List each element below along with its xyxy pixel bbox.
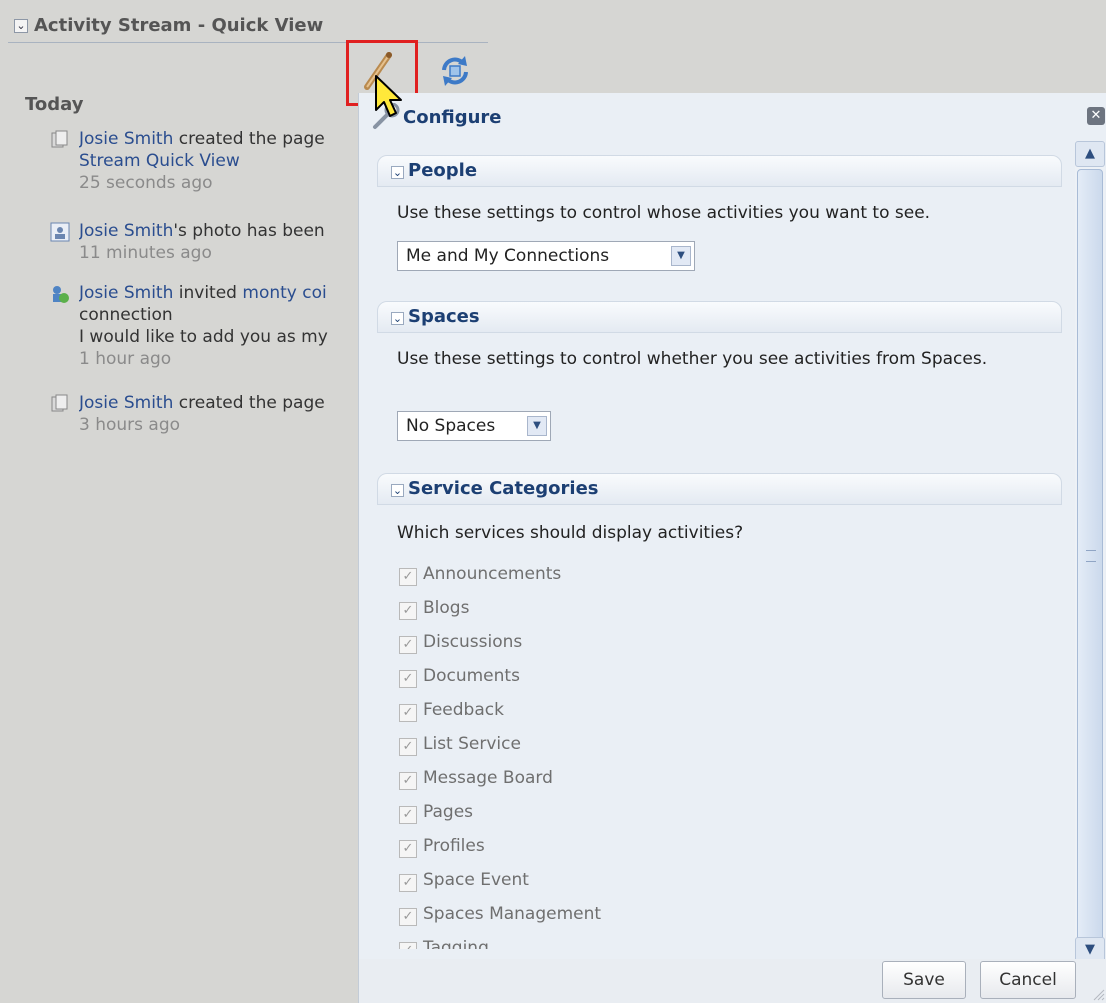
collapse-toggle-icon[interactable]: ⌄ [391, 166, 404, 179]
service-label: Documents [423, 666, 520, 686]
activity-line: 11 minutes ago [79, 242, 360, 264]
dialog-title: Configure [403, 107, 502, 128]
activity-text: created the page [173, 129, 325, 149]
activity-item: Josie Smith invited monty coi connection I… [50, 282, 360, 370]
activity-link[interactable]: Josie Smith [79, 283, 173, 303]
portlet-header: ⌄ Activity Stream - Quick View [8, 12, 488, 43]
mouse-cursor-icon [375, 75, 402, 117]
activity-timestamp: 1 hour ago [79, 349, 172, 369]
service-label: Profiles [423, 836, 485, 856]
checkbox-checked-icon[interactable]: ✓ [399, 738, 417, 756]
checkbox-checked-icon[interactable]: ✓ [399, 840, 417, 858]
activity-line: 3 hours ago [79, 414, 360, 436]
activity-line: Josie Smith created the page [79, 392, 360, 414]
dialog-scrollbar[interactable]: ▲ ▼ [1075, 141, 1105, 963]
activity-link[interactable]: Josie Smith [79, 221, 173, 241]
spaces-select[interactable]: No Spaces ▼ [397, 411, 551, 441]
collapse-toggle-icon[interactable]: ⌄ [391, 484, 404, 497]
collapse-toggle-icon[interactable]: ⌄ [14, 19, 28, 33]
activity-item: Josie Smith created the page 3 hours ago [50, 392, 360, 436]
activity-item: Josie Smith's photo has been 11 minutes a… [50, 220, 360, 264]
collapse-toggle-icon[interactable]: ⌄ [391, 312, 404, 325]
scroll-up-icon[interactable]: ▲ [1075, 141, 1105, 167]
activity-text: connection [79, 305, 173, 325]
people-description: Use these settings to control whose acti… [397, 203, 931, 223]
activity-text: 's photo has been [173, 221, 325, 241]
activity-link[interactable]: Josie Smith [79, 393, 173, 413]
activity-line: connection [79, 304, 360, 326]
chevron-down-icon[interactable]: ▼ [527, 416, 547, 436]
section-header-people[interactable]: ⌄ People [377, 155, 1062, 187]
section-header-spaces[interactable]: ⌄ Spaces [377, 301, 1062, 333]
save-button[interactable]: Save [882, 961, 966, 999]
services-description: Which services should display activities… [397, 523, 744, 543]
activity-text: invited [173, 283, 243, 303]
activity-link[interactable]: Stream Quick View [79, 151, 240, 171]
service-label: Feedback [423, 700, 504, 720]
activity-link[interactable]: monty coi [242, 283, 326, 303]
service-label: Spaces Management [423, 904, 602, 924]
page-icon [51, 130, 68, 148]
section-title-services: Service Categories [408, 478, 599, 499]
today-heading: Today [25, 94, 84, 115]
scrollbar-thumb[interactable] [1077, 169, 1103, 945]
checkbox-checked-icon[interactable]: ✓ [399, 568, 417, 586]
activity-item: Josie Smith created the page Stream Quick… [50, 128, 360, 194]
grip-icon [1086, 550, 1096, 562]
service-label: Pages [423, 802, 474, 822]
service-label: Announcements [423, 564, 562, 584]
checkbox-checked-icon[interactable]: ✓ [399, 806, 417, 824]
checkbox-checked-icon[interactable]: ✓ [399, 942, 417, 949]
activity-timestamp: 25 seconds ago [79, 173, 213, 193]
activity-line: Josie Smith's photo has been [79, 220, 360, 242]
portlet-title: Activity Stream - Quick View [34, 15, 324, 36]
checkbox-checked-icon[interactable]: ✓ [399, 874, 417, 892]
checkbox-checked-icon[interactable]: ✓ [399, 602, 417, 620]
activity-timestamp: 11 minutes ago [79, 243, 212, 263]
service-label: Discussions [423, 632, 523, 652]
checkbox-checked-icon[interactable]: ✓ [399, 670, 417, 688]
activity-line: Josie Smith invited monty coi [79, 282, 360, 304]
refresh-icon[interactable] [436, 52, 474, 90]
configure-dialog: Configure ✕ ⌄ People Use these settings … [358, 93, 1106, 1003]
activity-line: Stream Quick View [79, 150, 360, 172]
checkbox-checked-icon[interactable]: ✓ [399, 772, 417, 790]
checkbox-checked-icon[interactable]: ✓ [399, 704, 417, 722]
dialog-footer: Save Cancel [359, 959, 1106, 1003]
service-label: Message Board [423, 768, 553, 788]
dialog-scroll-content: ⌄ People Use these settings to control w… [377, 151, 1074, 949]
people-select[interactable]: Me and My Connections ▼ [397, 241, 695, 271]
cancel-button[interactable]: Cancel [980, 961, 1076, 999]
service-label: Tagging [423, 938, 489, 949]
section-title-spaces: Spaces [408, 306, 480, 327]
activity-text: I would like to add you as my [79, 327, 328, 347]
spaces-select-value: No Spaces [406, 416, 496, 436]
service-label: List Service [423, 734, 521, 754]
section-header-services[interactable]: ⌄ Service Categories [377, 473, 1062, 505]
spaces-description: Use these settings to control whether yo… [397, 349, 988, 369]
people-select-value: Me and My Connections [406, 246, 610, 266]
activity-timestamp: 3 hours ago [79, 415, 181, 435]
activity-text: created the page [173, 393, 325, 413]
invite-connection-icon [53, 286, 69, 303]
profile-photo-icon [50, 222, 70, 242]
checkbox-checked-icon[interactable]: ✓ [399, 908, 417, 926]
service-label: Blogs [423, 598, 470, 618]
chevron-down-icon[interactable]: ▼ [671, 246, 691, 266]
resize-grip-icon[interactable] [1091, 987, 1105, 1001]
activity-line: 1 hour ago [79, 348, 360, 370]
service-label: Space Event [423, 870, 529, 890]
close-icon[interactable]: ✕ [1087, 107, 1105, 125]
activity-line: Josie Smith created the page [79, 128, 360, 150]
checkbox-checked-icon[interactable]: ✓ [399, 636, 417, 654]
section-title-people: People [408, 160, 478, 181]
activity-line: I would like to add you as my [79, 326, 360, 348]
page-icon [51, 394, 68, 412]
activity-line: 25 seconds ago [79, 172, 360, 194]
activity-link[interactable]: Josie Smith [79, 129, 173, 149]
